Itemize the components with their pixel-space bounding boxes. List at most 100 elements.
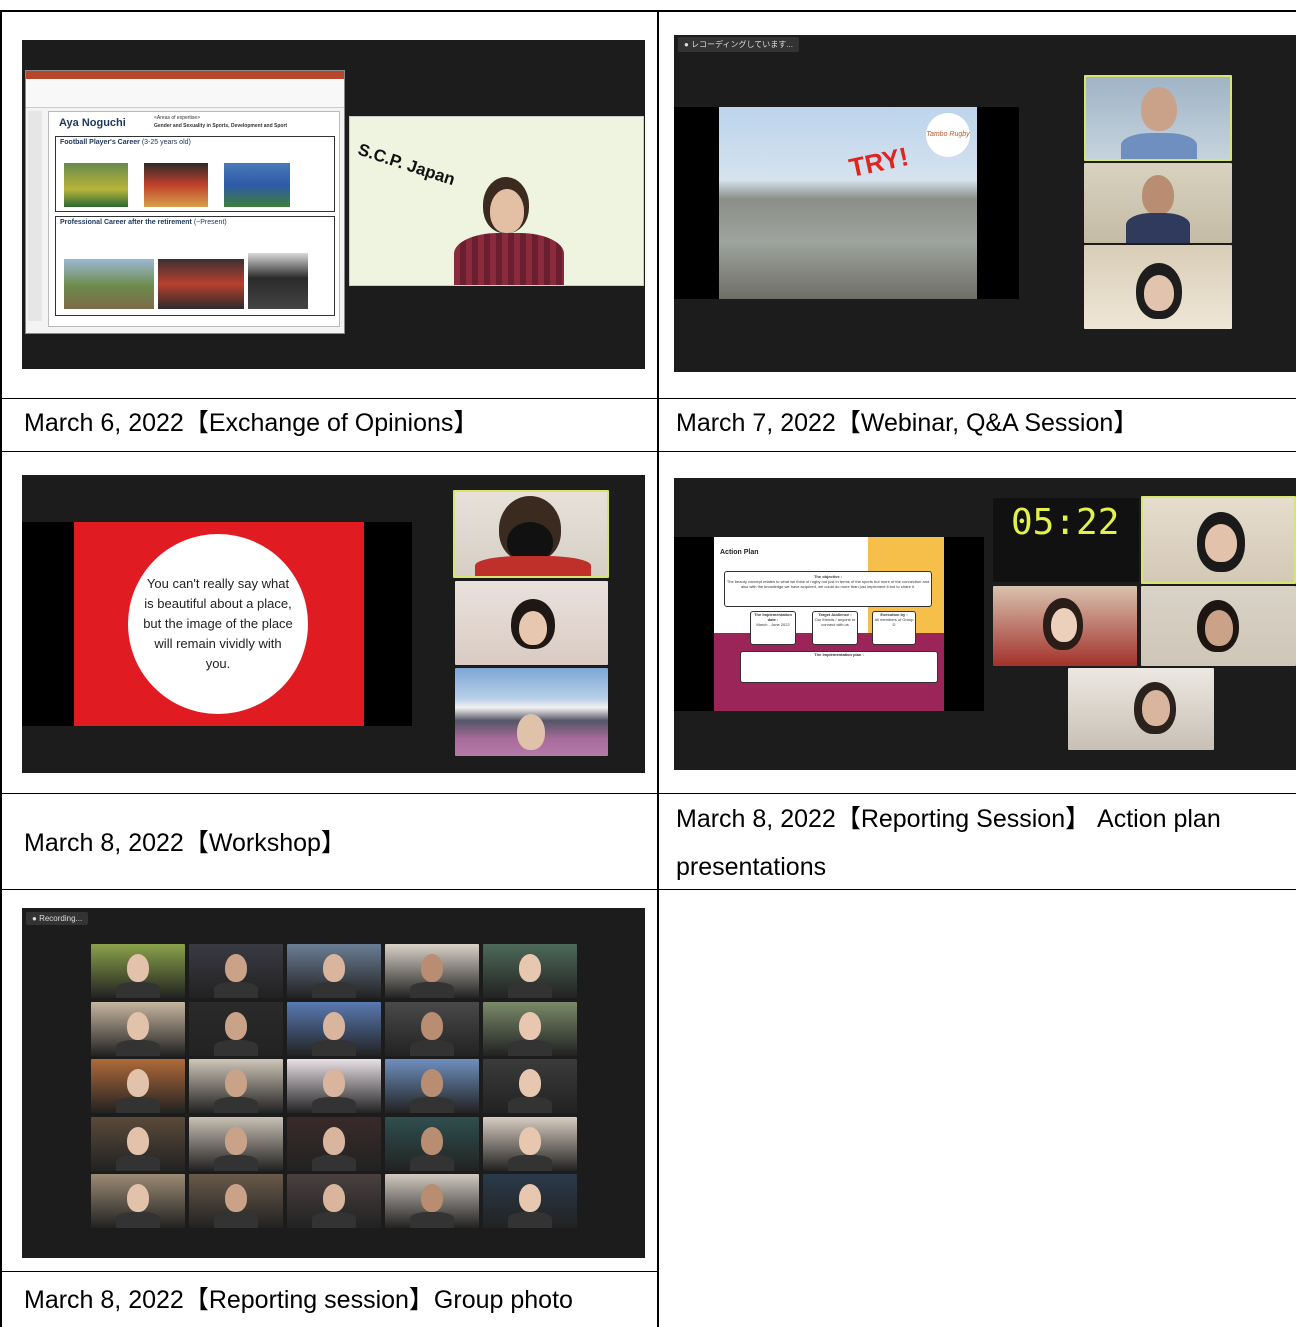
participant-body	[116, 1039, 160, 1056]
participant-face	[323, 1069, 345, 1097]
table-divider-vertical	[657, 10, 659, 1327]
participant-body	[214, 1039, 258, 1056]
participant-face	[517, 714, 545, 750]
presenter-sweater	[454, 233, 564, 285]
participant-face	[421, 954, 443, 982]
gallery-video-tile	[385, 1059, 479, 1113]
participant-face	[225, 1126, 247, 1155]
target-audience-box: Target Audience : Our friends / anyone t…	[812, 611, 858, 645]
gallery-video-tile	[385, 1001, 479, 1056]
video-tile-participant-2	[455, 581, 608, 665]
participant-head	[1141, 87, 1177, 131]
participant-body	[312, 1154, 356, 1171]
box-value: All members of Group D	[874, 617, 914, 627]
presenter-video: S.C.P. Japan	[349, 116, 644, 286]
gallery-video-tile	[91, 1116, 185, 1171]
rugby-photo: TRY! Tambo Rugby	[719, 107, 977, 299]
table-border-left	[0, 10, 2, 1327]
gallery-video-tile	[91, 944, 185, 998]
gallery-video-tile	[385, 944, 479, 998]
participant-body	[312, 1097, 356, 1113]
presenter-name: Aya Noguchi	[59, 117, 126, 129]
slide-thumbnails	[28, 111, 42, 321]
participant-body	[116, 1154, 160, 1171]
gallery-video-tile	[483, 1001, 577, 1056]
participant-face	[225, 954, 247, 982]
participant-face	[519, 1011, 541, 1040]
gallery-video-tile	[189, 1116, 283, 1171]
objective-box: The objective : The beauty concept relat…	[724, 571, 932, 607]
participant-body	[508, 1039, 552, 1056]
photo-team-3	[224, 163, 290, 207]
screenshot-exchange-of-opinions: Aya Noguchi <Areas of expertise> Gender …	[22, 40, 645, 369]
gallery-video-tile	[385, 1116, 479, 1171]
participant-body	[410, 1039, 454, 1056]
try-text: TRY!	[846, 141, 912, 183]
box-value: March - June 2022	[756, 622, 790, 627]
photo-career-2	[158, 259, 244, 309]
scp-japan-logo: S.C.P. Japan	[355, 139, 458, 190]
gallery-video-tile	[287, 944, 381, 998]
participant-face	[1051, 608, 1077, 642]
participant-face	[225, 1011, 247, 1040]
participant-body	[508, 1212, 552, 1228]
gallery-video-tile	[91, 1059, 185, 1113]
slide-title: Action Plan	[720, 549, 759, 556]
participant-body	[116, 982, 160, 998]
gallery-grid	[91, 944, 577, 1228]
participant-face	[519, 1184, 541, 1212]
participant-face	[323, 1184, 345, 1212]
participant-face	[127, 1011, 149, 1040]
video-tile-participant-4	[1068, 668, 1214, 750]
photo-table: Aya Noguchi <Areas of expertise> Gender …	[0, 0, 1296, 1327]
participant-body	[312, 982, 356, 998]
tambo-rugby-badge: Tambo Rugby	[926, 113, 970, 157]
video-tile-speaker-1	[1141, 496, 1296, 584]
career-box-2: Professional Career after the retirement…	[55, 216, 335, 316]
expertise-text: Gender and Sexuality in Sports, Developm…	[154, 123, 288, 129]
caption-reporting-line-1: March 8, 2022【Reporting Session】 Action …	[676, 805, 1221, 833]
red-slide: You can't really say what is beautiful a…	[74, 522, 364, 726]
powerpoint-window: Aya Noguchi <Areas of expertise> Gender …	[25, 70, 345, 334]
photo-team-1	[64, 163, 128, 207]
gallery-video-tile	[385, 1174, 479, 1228]
participant-body	[214, 982, 258, 998]
box-value: Our friends / anyone to connect with us	[814, 617, 856, 627]
participant-face	[519, 1126, 541, 1155]
participant-face	[1205, 524, 1237, 562]
gallery-video-tile	[91, 1174, 185, 1228]
gallery-video-tile	[189, 944, 283, 998]
participant-face	[127, 1126, 149, 1155]
countdown-timer: 05:22	[1011, 502, 1120, 543]
screenshot-webinar-qa: ● レコーディングしています... TRY! Tambo Rugby	[674, 35, 1296, 372]
video-tile-speaker-2	[1084, 163, 1232, 243]
participant-face	[127, 954, 149, 982]
participant-face	[323, 1126, 345, 1155]
participant-face	[519, 954, 541, 982]
execution-box: Execution by : All members of Group D	[872, 611, 916, 645]
timer-tile: 05:22	[993, 498, 1139, 582]
presenter-face	[490, 189, 524, 233]
shared-slide: You can't really say what is beautiful a…	[22, 522, 412, 726]
gallery-video-tile	[189, 1059, 283, 1113]
photo-career-3	[248, 253, 308, 309]
participant-body	[116, 1097, 160, 1113]
objective-text: The beauty concept relates to what we th…	[726, 579, 930, 589]
participant-body	[410, 1097, 454, 1113]
powerpoint-titlebar	[26, 71, 344, 79]
implementation-plan-box: The implementation plan :	[740, 651, 938, 683]
row-divider-5	[0, 1271, 659, 1272]
gallery-video-tile	[483, 1059, 577, 1113]
participant-face	[323, 1011, 345, 1040]
action-plan-slide: Action Plan The objective : The beauty c…	[714, 537, 944, 711]
participant-face	[519, 611, 547, 645]
plan-heading: The implementation plan :	[814, 652, 864, 657]
career-box-1: Football Player's Career (3-25 years old…	[55, 136, 335, 212]
section1-title: Football Player's Career (3-25 years old…	[60, 139, 191, 146]
gallery-video-tile	[287, 1116, 381, 1171]
participant-body	[312, 1212, 356, 1228]
gallery-video-tile	[483, 1116, 577, 1171]
caption-workshop: March 8, 2022【Workshop】	[24, 829, 346, 857]
photo-team-2	[144, 163, 208, 207]
video-tile-speaker-1	[1084, 75, 1232, 161]
